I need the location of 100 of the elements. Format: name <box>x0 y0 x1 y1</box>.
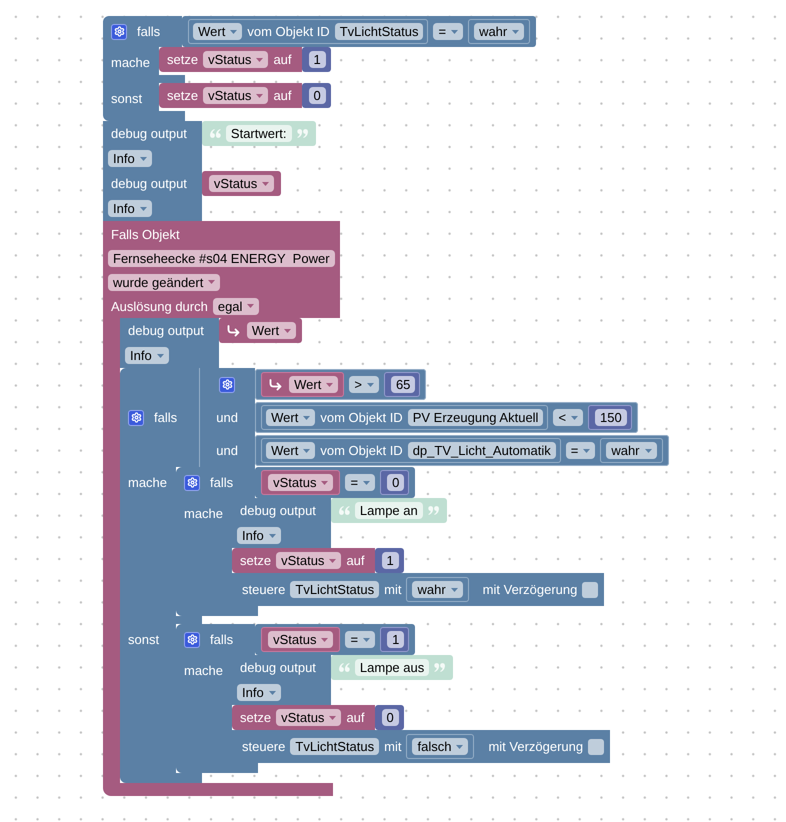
dropdown[interactable]: wahr <box>412 581 463 598</box>
hook-arrow-icon <box>269 378 282 390</box>
block-label: auf <box>346 709 365 726</box>
block-label: mache <box>184 506 224 521</box>
caret-icon <box>303 448 310 452</box>
text-field[interactable]: Lampe an <box>354 502 423 519</box>
dropdown[interactable]: falsch <box>412 738 468 755</box>
caret-icon <box>363 480 370 484</box>
checkbox[interactable] <box>588 738 604 754</box>
caret-icon <box>140 206 147 210</box>
dropdown[interactable]: = <box>345 474 376 491</box>
dropdown[interactable]: = <box>433 23 464 40</box>
checkbox[interactable] <box>582 582 598 598</box>
block-label: Falls Objekt <box>111 226 180 242</box>
open-quote-icon <box>338 506 350 515</box>
caret-icon <box>140 156 147 160</box>
block-label: debug output <box>111 125 187 142</box>
block-label: steuere <box>242 581 286 598</box>
dropdown[interactable]: = <box>345 631 376 648</box>
object-id-field[interactable]: TvLichtStatus <box>334 23 424 40</box>
caret-icon <box>262 182 270 186</box>
dropdown[interactable]: wahr <box>474 23 524 40</box>
block-label: falls <box>210 474 234 491</box>
caret-icon <box>208 280 216 284</box>
block-label: debug output <box>240 502 316 519</box>
gear-icon[interactable] <box>184 474 200 490</box>
dropdown[interactable]: wurde geändert <box>108 274 220 290</box>
dropdown[interactable]: Wert <box>289 376 338 393</box>
block-label: mache <box>184 663 224 678</box>
close-quote-icon <box>296 129 308 138</box>
gear-icon[interactable] <box>219 376 236 392</box>
gear-icon[interactable] <box>111 24 127 40</box>
gear-icon[interactable] <box>128 410 144 426</box>
caret-icon <box>583 448 590 452</box>
dropdown[interactable]: Wert <box>193 23 242 40</box>
dropdown[interactable]: vStatus <box>268 631 334 648</box>
caret-icon <box>321 638 328 642</box>
block-label: debug output <box>128 322 204 339</box>
dropdown[interactable]: = <box>566 442 596 459</box>
block-label: setze <box>167 87 198 104</box>
block-label: debug output <box>240 659 316 676</box>
dropdown[interactable]: wahr <box>606 442 657 459</box>
caret-icon <box>512 30 520 34</box>
dropdown[interactable]: vStatus <box>203 87 268 104</box>
caret-icon <box>256 94 264 98</box>
dropdown[interactable]: vStatus <box>276 552 342 569</box>
block-label: vom Objekt ID <box>320 409 403 426</box>
dropdown[interactable]: vStatus <box>276 709 342 726</box>
block-label: setze <box>167 51 198 68</box>
number-field[interactable]: 0 <box>308 87 326 104</box>
block-label: falls <box>137 23 160 40</box>
block-label: vom Objekt ID <box>320 442 403 459</box>
open-quote-icon <box>210 129 221 138</box>
object-id-field[interactable]: Fernseheecke #s04 ENERGY Power <box>108 250 335 266</box>
dropdown[interactable]: Wert <box>246 322 296 339</box>
caret-icon <box>366 382 374 386</box>
caret-icon <box>571 416 578 420</box>
object-id-field[interactable]: TvLichtStatus <box>290 581 380 598</box>
caret-icon <box>268 690 276 694</box>
dropdown[interactable]: > <box>349 376 379 393</box>
dropdown[interactable]: egal <box>212 298 260 314</box>
text-field[interactable]: Lampe aus <box>354 659 430 676</box>
text-field[interactable]: Startwert: <box>226 125 292 142</box>
dropdown[interactable]: Info <box>108 200 152 217</box>
number-field[interactable]: 150 <box>595 409 627 426</box>
open-quote-icon <box>338 663 350 672</box>
number-field[interactable]: 65 <box>390 376 416 393</box>
object-id-field[interactable]: TvLichtStatus <box>290 738 380 755</box>
dropdown[interactable]: Wert <box>266 409 316 426</box>
block-label: mit Verzögerung <box>488 738 584 755</box>
block-label: mit <box>384 581 402 598</box>
dropdown[interactable]: Info <box>108 150 152 167</box>
number-field[interactable]: 1 <box>382 552 399 569</box>
object-id-field[interactable]: dp_TV_Licht_Automatik <box>408 442 556 459</box>
number-field[interactable]: 1 <box>308 51 326 68</box>
caret-icon <box>321 480 328 484</box>
block-label: auf <box>346 552 365 569</box>
block-label: mit Verzögerung <box>482 581 578 598</box>
caret-icon <box>156 354 164 358</box>
number-field[interactable]: 0 <box>387 474 404 491</box>
dropdown[interactable]: Wert <box>266 442 316 459</box>
number-field[interactable]: 1 <box>387 631 404 648</box>
caret-icon <box>329 716 336 720</box>
block-label: vom Objekt ID <box>247 23 330 40</box>
block-label: und <box>216 442 238 459</box>
gear-icon[interactable] <box>184 632 200 648</box>
dropdown[interactable]: Info <box>237 527 281 544</box>
dropdown[interactable]: Info <box>237 684 281 701</box>
dropdown[interactable]: vStatus <box>268 474 334 491</box>
block-label: steuere <box>242 738 286 755</box>
dropdown[interactable]: vStatus <box>203 51 268 68</box>
object-id-field[interactable]: PV Erzeugung Aktuell <box>408 409 544 426</box>
dropdown[interactable]: < <box>553 409 584 426</box>
dropdown[interactable]: Info <box>125 347 169 364</box>
block-label: Auslösung durch <box>111 298 208 314</box>
dropdown[interactable]: vStatus <box>208 175 274 192</box>
block-label: falls <box>210 631 234 648</box>
caret-icon <box>451 30 458 34</box>
number-field[interactable]: 0 <box>382 709 399 726</box>
block-label: sonst <box>111 91 142 106</box>
